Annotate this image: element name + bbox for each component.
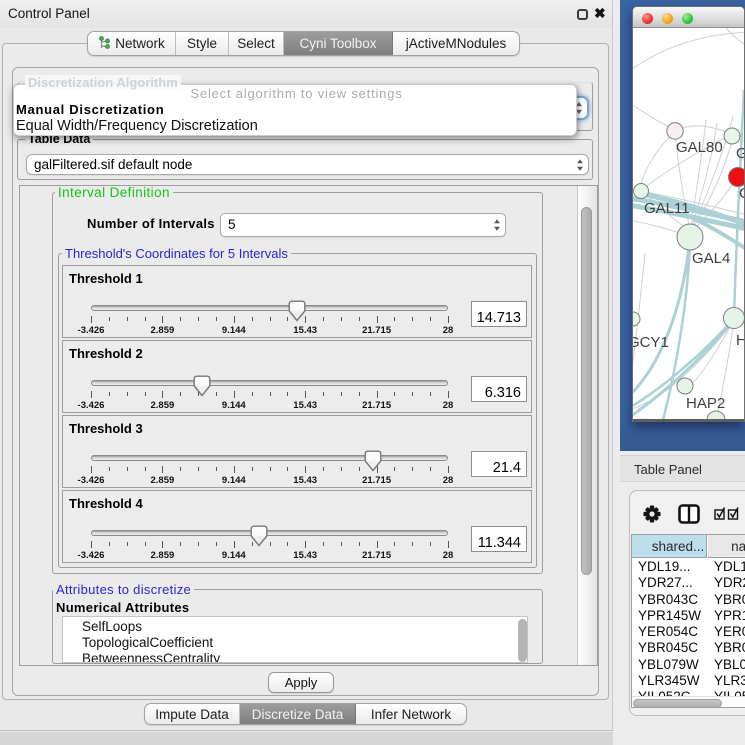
svg-text:GAL4: GAL4 [692, 250, 730, 267]
svg-text:G: G [739, 185, 744, 202]
svg-text:GAL80: GAL80 [676, 139, 723, 156]
svg-text:H: H [736, 332, 744, 349]
svg-text:GCY1: GCY1 [633, 334, 669, 351]
svg-text:GAL11: GAL11 [644, 200, 690, 217]
svg-text:GA: GA [736, 145, 744, 162]
svg-text:HAP2: HAP2 [686, 395, 725, 412]
